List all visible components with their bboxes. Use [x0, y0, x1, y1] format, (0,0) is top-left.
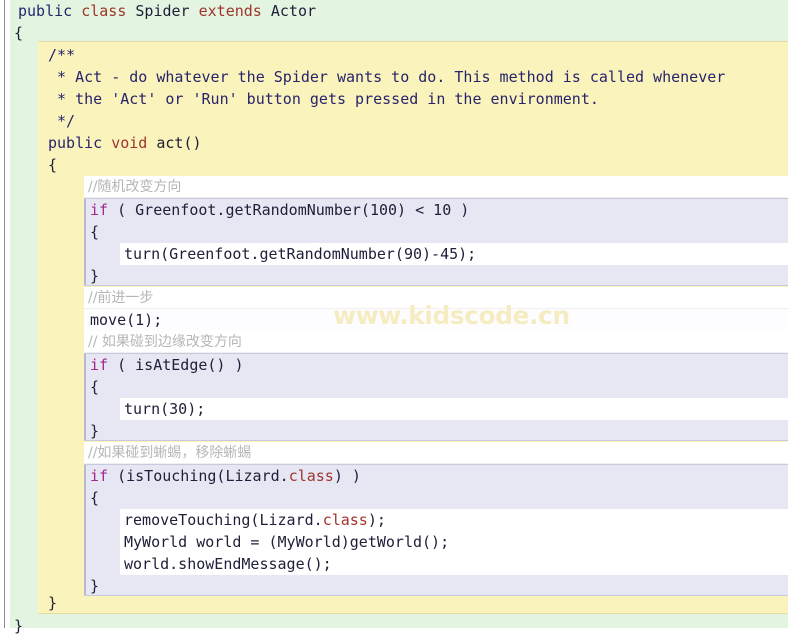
if-block-0-open-brace: { [90, 223, 100, 241]
statement-slot-3-0[interactable]: removeTouching(Lizard.class); [120, 509, 788, 531]
extends-keyword: extends [198, 2, 262, 20]
block-comment-0[interactable]: //随机改变方向 [84, 176, 788, 198]
if-block-3-accent-bar [84, 465, 86, 595]
javadoc-line-2: * the 'Act' or 'Run' button gets pressed… [48, 90, 599, 108]
class-open-brace: { [14, 24, 24, 42]
method-modifier-keyword: public [48, 134, 103, 152]
if-condition-0: ( Greenfoot.getRandomNumber(100) < 10 ) [108, 201, 470, 219]
statement-slot-1-0[interactable]: move(1); [90, 309, 162, 331]
class-keyword: class [81, 2, 127, 20]
method-return-type: void [111, 134, 148, 152]
method-close-brace: } [48, 594, 58, 612]
if-condition-3-prefix: (isTouching(Lizard. [108, 467, 289, 485]
class-close-brace: } [14, 617, 24, 635]
if-block-2-open-brace: { [90, 378, 100, 396]
if-condition-2: ( isAtEdge() ) [108, 356, 244, 374]
class-name: Spider [135, 2, 190, 20]
if-block-0-accent-bar [84, 199, 86, 285]
statement-slot-2-0[interactable]: turn(30); [120, 398, 788, 420]
method-name: act() [156, 134, 202, 152]
if-block-2-close-brace: } [90, 422, 100, 440]
if-block-3-open-brace: { [90, 489, 100, 507]
if-block-0-header[interactable]: if ( Greenfoot.getRandomNumber(100) < 10… [90, 199, 469, 221]
class-header-line[interactable]: public class Spider extends Actor [18, 0, 316, 22]
if-keyword-0: if [90, 201, 109, 219]
if-block-0-close-brace: } [90, 267, 100, 285]
if-block-3-close-brace: } [90, 577, 100, 595]
method-open-brace: { [48, 156, 58, 174]
if-block-3-header[interactable]: if (isTouching(Lizard.class) ) [90, 465, 361, 487]
if-block-2-accent-bar [84, 354, 86, 440]
editor-left-rail [4, 0, 5, 628]
javadoc-line-1: * Act - do whatever the Spider wants to … [48, 68, 726, 86]
class-modifier-keyword: public [18, 2, 73, 20]
if-block-2-header[interactable]: if ( isAtEdge() ) [90, 354, 244, 376]
if-keyword-3: if [90, 467, 109, 485]
if-condition-3-suffix: ) ) [333, 467, 361, 485]
javadoc-line-0: /** [48, 46, 76, 64]
class-literal-keyword-3: class [288, 467, 334, 485]
block-comment-2[interactable]: // 如果碰到边缘改变方向 [84, 331, 788, 353]
block-comment-1[interactable]: //前进一步 [84, 287, 788, 309]
javadoc-line-3: */ [48, 112, 76, 130]
block-comment-3[interactable]: //如果碰到蜥蜴，移除蜥蜴 [84, 442, 788, 464]
statement-slot-0-0[interactable]: turn(Greenfoot.getRandomNumber(90)-45); [120, 243, 788, 265]
code-editor-canvas[interactable]: public class Spider extends Actor { /** … [0, 0, 788, 643]
statement-slot-3-2[interactable]: world.showEndMessage(); [120, 553, 788, 575]
statement-block-1[interactable] [84, 309, 788, 331]
statement-slot-3-1[interactable]: MyWorld world = (MyWorld)getWorld(); [120, 531, 788, 553]
if-keyword-2: if [90, 356, 109, 374]
superclass-name: Actor [270, 2, 317, 20]
method-signature-line[interactable]: public void act() [48, 132, 202, 154]
